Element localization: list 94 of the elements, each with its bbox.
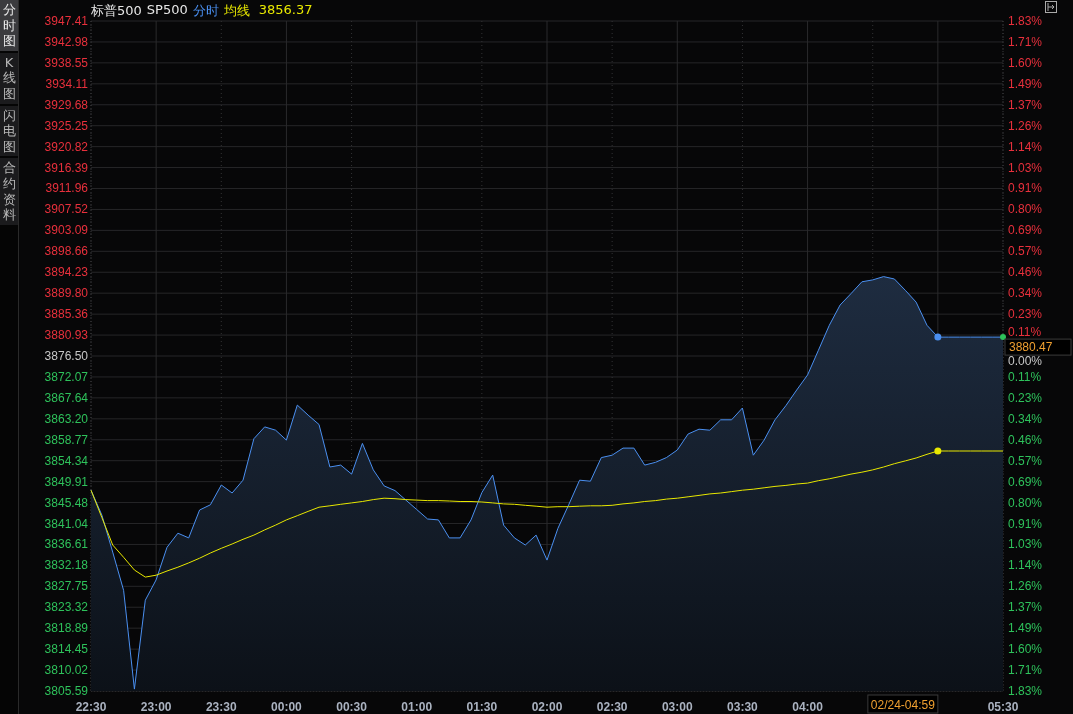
price-label: 3885.36 [44,307,88,322]
price-label: 3863.20 [44,411,88,426]
time-label: 03:00 [661,700,693,714]
percent-label: 1.71% [1008,663,1043,678]
price-label: 3903.09 [44,223,88,238]
time-label: 01:00 [401,700,433,714]
percent-label: 0.46% [1008,265,1043,280]
price-label: 3858.77 [44,432,88,447]
price-label: 3872.07 [44,369,88,384]
end-dot [934,333,942,341]
price-label: 3876.50 [44,349,88,363]
price-label: 3836.61 [44,537,88,552]
average-value: 3856.37 [258,2,313,19]
percent-label: 0.91% [1008,181,1043,196]
price-label: 3898.66 [44,244,88,259]
price-label: 3934.11 [45,76,88,91]
price-label: 3942.98 [44,34,88,49]
price-label: 3823.32 [44,600,88,615]
time-label: 22:30 [75,700,107,714]
price-label: 3907.52 [44,202,88,217]
time-label: 00:30 [336,700,367,714]
percent-label: 1.60% [1008,642,1043,657]
side-tab[interactable]: 合约资料 [0,158,18,225]
time-label: 01:30 [466,700,498,714]
price-tag: 3880.47 [1004,338,1072,356]
percent-label: 1.83% [1008,14,1043,28]
end-dot [1000,334,1006,341]
percent-label: 0.11% [1008,369,1042,384]
price-label: 3889.80 [44,286,88,301]
percent-label: 1.37% [1008,600,1043,615]
price-label: 3867.64 [44,390,88,405]
percent-label: 0.23% [1008,390,1043,405]
percent-label: 0.46% [1008,432,1043,447]
price-label: 3832.18 [44,558,88,573]
percent-label: 1.37% [1008,97,1043,112]
price-label: 3841.04 [44,516,88,531]
price-label: 3818.89 [44,621,88,636]
side-tab[interactable]: 分时图 [0,0,18,51]
price-label: 3880.93 [44,328,88,343]
percent-label: 1.49% [1008,621,1043,636]
price-label: 3814.45 [44,642,88,657]
percent-label: 0.57% [1008,453,1043,468]
percent-label: 0.80% [1008,495,1043,510]
time-label: 02:00 [531,700,563,714]
legend-label: 分时 [192,2,219,20]
time-label: 02:30 [596,700,628,714]
side-tab[interactable]: 闪电图 [0,105,18,157]
percent-label: 0.11% [1008,325,1042,340]
price-label: 3827.75 [44,579,88,594]
percent-label: 0.34% [1008,286,1043,301]
time-label: 04:00 [792,700,823,714]
price-label: 3845.48 [44,495,88,510]
percent-label: 1.60% [1008,55,1043,70]
price-label: 3916.39 [44,160,88,175]
price-label: 3810.02 [44,663,88,678]
symbol-code: SP500 [146,2,188,19]
percent-label: 0.80% [1008,202,1043,217]
percent-label: 0.23% [1008,307,1043,322]
legend-label: 均线 [223,2,250,20]
price-label: 3925.25 [44,118,88,133]
price-label: 3929.68 [44,97,88,112]
time-label: 00:00 [271,700,302,714]
time-label: 05:30 [987,700,1019,714]
price-label: 3938.55 [44,55,88,70]
percent-label: 0.69% [1008,223,1043,238]
price-label: 3805.59 [44,684,88,698]
percent-label: 0.69% [1008,474,1043,489]
percent-label: 0.57% [1008,244,1043,259]
time-label: 03:30 [727,700,758,714]
percent-label: 0.91% [1008,516,1043,531]
percent-label: 0.34% [1008,411,1043,426]
price-label: 3894.23 [44,265,88,280]
price-label: 3849.91 [44,474,88,489]
time-tooltip: 02/24-04:59 [867,694,939,714]
percent-label: 0.00% [1008,354,1043,368]
price-label: 3911.96 [45,181,88,196]
percent-label: 1.03% [1008,537,1043,552]
price-label: 3854.34 [44,453,88,468]
percent-label: 1.14% [1008,558,1043,573]
percent-label: 1.26% [1008,118,1043,133]
percent-label: 1.26% [1008,579,1043,594]
percent-label: 1.03% [1008,160,1043,175]
chart-title: 标普500 [91,2,142,20]
price-label: 3920.82 [44,139,88,154]
expand-icon[interactable] [1045,1,1057,13]
percent-label: 1.83% [1008,684,1043,698]
side-tab[interactable]: K线图 [0,52,18,104]
price-label: 3947.41 [44,14,88,28]
percent-label: 1.71% [1008,34,1043,49]
time-label: 23:30 [205,700,237,714]
end-dot [934,447,942,455]
time-label: 23:00 [140,700,172,714]
percent-label: 1.49% [1008,76,1043,91]
percent-label: 1.14% [1008,139,1043,154]
